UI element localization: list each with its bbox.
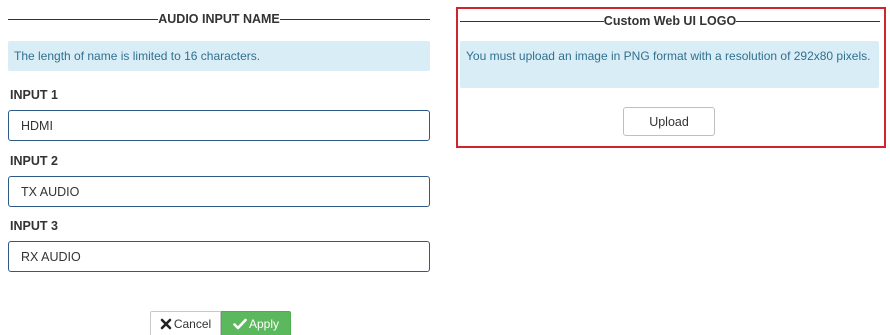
check-icon bbox=[233, 318, 247, 330]
cancel-button[interactable]: Cancel bbox=[150, 311, 221, 335]
input-1-label: INPUT 1 bbox=[10, 88, 58, 102]
apply-label: Apply bbox=[248, 317, 280, 331]
logo-section-title: Custom Web UI LOGO bbox=[603, 14, 737, 28]
cancel-label: Cancel bbox=[173, 317, 212, 331]
input-2-field[interactable] bbox=[8, 176, 430, 207]
audio-info-box: The length of name is limited to 16 char… bbox=[8, 41, 430, 71]
audio-input-name-heading: AUDIO INPUT NAME bbox=[8, 12, 430, 26]
audio-section-title: AUDIO INPUT NAME bbox=[158, 12, 280, 26]
close-icon bbox=[160, 318, 172, 330]
logo-section-heading: Custom Web UI LOGO bbox=[460, 14, 881, 28]
logo-info-box: You must upload an image in PNG format w… bbox=[460, 41, 879, 88]
input-3-label: INPUT 3 bbox=[10, 219, 58, 233]
heading-rule-left bbox=[460, 20, 604, 22]
heading-rule-right bbox=[736, 20, 881, 22]
input-1-field[interactable] bbox=[8, 110, 430, 141]
apply-button[interactable]: Apply bbox=[221, 311, 291, 335]
input-3-field[interactable] bbox=[8, 241, 430, 272]
heading-rule-left bbox=[8, 18, 159, 20]
settings-page: AUDIO INPUT NAME The length of name is l… bbox=[0, 0, 890, 335]
upload-button[interactable]: Upload bbox=[623, 107, 715, 136]
heading-rule-right bbox=[279, 18, 430, 20]
input-2-label: INPUT 2 bbox=[10, 154, 58, 168]
